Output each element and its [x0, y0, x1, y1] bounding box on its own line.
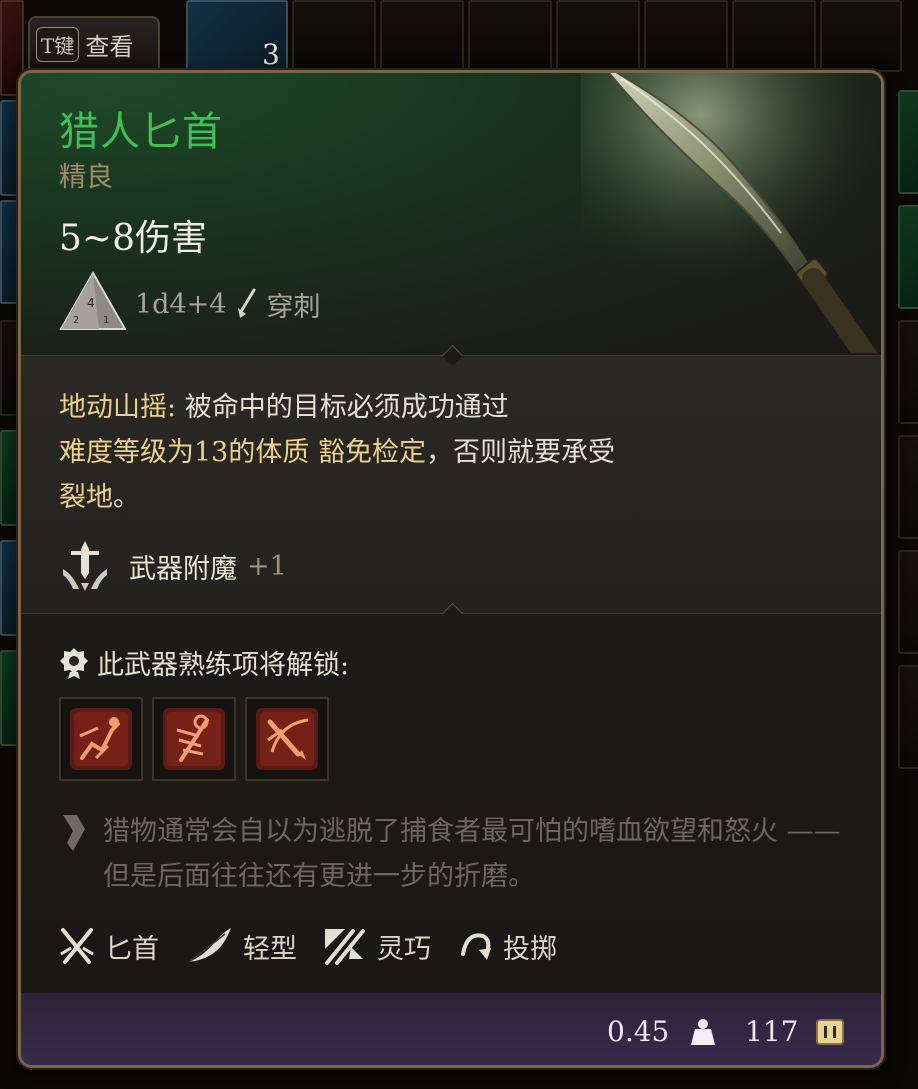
stack-count: 3: [262, 38, 280, 71]
proficiency-action-slot[interactable]: [152, 697, 236, 781]
tag-label: 匕首: [105, 933, 159, 965]
enchantment-row: 武器附魔 +1: [59, 539, 287, 593]
inventory-slot[interactable]: [468, 0, 552, 72]
tag-label: 灵巧: [377, 933, 431, 965]
enchantment-bonus: +1: [247, 550, 287, 582]
gold-coin-icon: [816, 1019, 844, 1045]
tag-thrown[interactable]: 投掷: [457, 926, 557, 966]
inventory-slot[interactable]: [898, 320, 918, 424]
cripple-strike-icon: [70, 708, 132, 770]
flavor-row: 猎物通常会自以为逃脱了捕食者最可怕的嗜血欲望和怒火 —— 但是后面往往还有更进一…: [59, 809, 853, 899]
proficiency-label: 此武器熟练项将解锁:: [97, 650, 350, 681]
d4-dice-icon: 4 2 1: [59, 271, 127, 330]
item-name: 猎人匕首: [59, 109, 223, 155]
effect-text-4: 。: [113, 482, 140, 513]
throw-icon: [461, 933, 491, 960]
item-tooltip: 猎人匕首 精良 5~8伤害 4 2 1 1d4+4 穿刺 地动山摇: 被命中的目…: [18, 70, 884, 1068]
tag-dagger[interactable]: 匕首: [59, 926, 159, 966]
tag-finesse[interactable]: 灵巧: [323, 925, 431, 967]
inventory-slot[interactable]: [898, 665, 918, 769]
inventory-slot[interactable]: [898, 435, 918, 539]
weapon-enchantment-icon: [63, 541, 107, 591]
tag-label: 轻型: [243, 933, 297, 965]
damage-dice: 1d4+4: [135, 288, 227, 320]
weapon-tags: 匕首 轻型 灵巧 投掷: [59, 925, 583, 967]
piercing-icon: [238, 288, 256, 318]
flavor-text: 猎物通常会自以为逃脱了捕食者最可怕的嗜血欲望和怒火 —— 但是后面往往还有更进一…: [103, 816, 841, 892]
svg-text:1: 1: [103, 315, 109, 326]
effect-name: 地动山摇:: [59, 392, 177, 423]
inventory-slot[interactable]: [292, 0, 376, 72]
feather-icon: [188, 928, 231, 963]
effect-text-3: ，否则就要承受: [425, 437, 615, 468]
inventory-slot[interactable]: [380, 0, 464, 72]
enchantment-label: 武器附魔: [129, 553, 237, 585]
flourish-strike-icon: [256, 708, 318, 770]
inventory-slot[interactable]: [820, 0, 902, 72]
proficiency-actions: [59, 697, 329, 781]
weight-icon: [691, 1019, 715, 1045]
inventory-slot[interactable]: [556, 0, 640, 72]
proficiency-action-slot[interactable]: [245, 697, 329, 781]
item-value: 117: [745, 1015, 799, 1048]
finesse-icon: [325, 929, 365, 965]
special-effect: 地动山摇: 被命中的目标必须成功通过难度等级为13的体质 豁免检定，否则就要承受…: [59, 385, 779, 520]
inspect-hint[interactable]: T键 查看: [28, 16, 160, 72]
saving-throw-link[interactable]: 豁免检定: [318, 437, 426, 468]
svg-text:2: 2: [73, 315, 79, 326]
condition-link[interactable]: 裂地: [59, 482, 113, 513]
inventory-slot[interactable]: [732, 0, 816, 72]
inventory-slot[interactable]: [898, 550, 918, 654]
inventory-slot[interactable]: [644, 0, 728, 72]
hint-label: 查看: [85, 32, 134, 61]
item-rarity: 精良: [59, 162, 113, 193]
svg-text:4: 4: [87, 296, 95, 310]
damage-row: 4 2 1 1d4+4 穿刺: [59, 271, 320, 337]
proficiency-badge-icon: [60, 647, 88, 679]
proficiency-action-slot[interactable]: [59, 697, 143, 781]
hint-key: T键: [36, 26, 80, 62]
tag-light[interactable]: 轻型: [185, 926, 297, 966]
tag-label: 投掷: [503, 933, 557, 965]
inventory-slot[interactable]: [898, 90, 918, 194]
inventory-slot[interactable]: [898, 205, 918, 309]
proficiency-row: 此武器熟练项将解锁:: [59, 643, 349, 682]
effect-text-2: 难度等级为13的体质: [59, 437, 318, 468]
item-weight: 0.45: [607, 1015, 670, 1048]
crossed-daggers-icon: [60, 928, 94, 964]
effect-text-1: 被命中的目标必须成功通过: [176, 392, 509, 423]
piercing-strike-icon: [163, 708, 225, 770]
damage-type: 穿刺: [266, 291, 321, 323]
item-damage: 5~8伤害: [59, 218, 207, 259]
dagger-artwork: [581, 73, 881, 353]
quote-icon: [63, 815, 85, 851]
